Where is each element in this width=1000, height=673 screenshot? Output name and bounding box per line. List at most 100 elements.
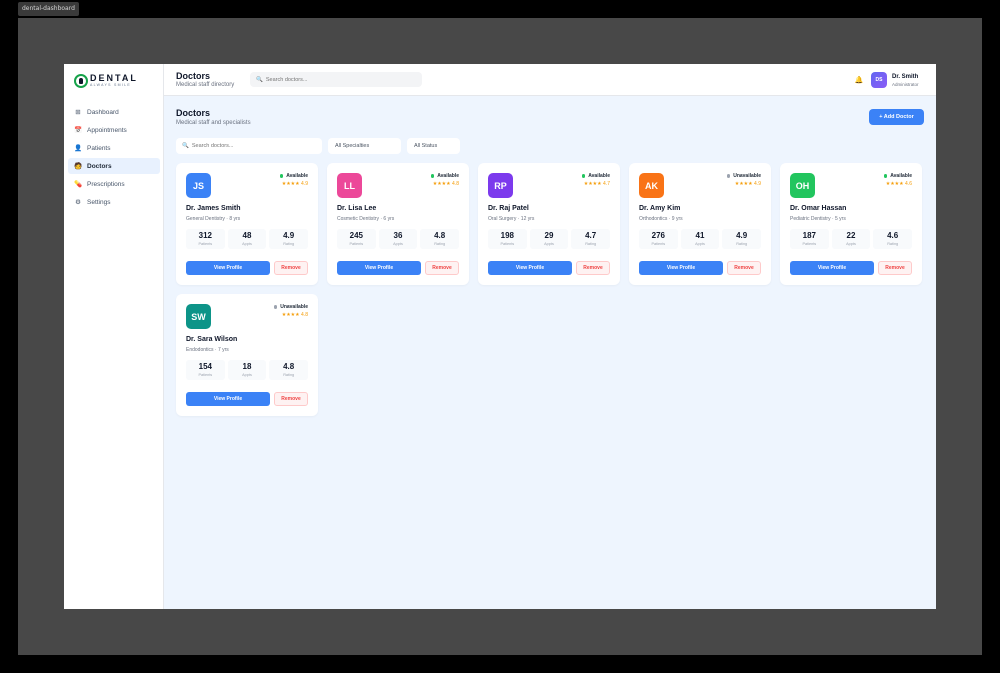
doctor-card[interactable]: SW Unavailable ★★★★ 4.8 Dr. Sara Wilson Endo…	[176, 294, 318, 416]
sidebar-item-settings[interactable]: ⚙ Settings	[68, 194, 160, 210]
user-name: Dr. Smith	[892, 74, 919, 80]
doctor-specialty: Cosmetic Dentistry · 6 yrs	[337, 216, 395, 222]
doctor-avatar: OH	[790, 173, 815, 198]
header-search[interactable]: 🔍	[250, 72, 422, 87]
doctor-stats: 198 Patients 29 Appts 4.7 Rating	[488, 229, 611, 249]
search-icon: 🔍	[182, 143, 189, 149]
star-rating: ★★★★ 4.9	[281, 181, 308, 187]
doctor-card[interactable]: RP Available ★★★★ 4.7 Dr. Raj Patel Oral Sur…	[478, 163, 620, 285]
page-title: Doctors	[176, 108, 211, 118]
view-profile-button[interactable]: View Profile	[186, 392, 270, 406]
header-search-input[interactable]	[265, 76, 416, 83]
remove-doctor-button[interactable]: Remove	[274, 392, 308, 406]
remove-doctor-button[interactable]: Remove	[274, 261, 308, 275]
doctor-name: Dr. Sara Wilson	[186, 336, 238, 343]
doctor-specialty: Pediatric Dentistry · 5 yrs	[790, 216, 846, 222]
view-profile-button[interactable]: View Profile	[639, 261, 723, 275]
doctor-stats: 245 Patients 36 Appts 4.8 Rating	[337, 229, 460, 249]
doctor-card[interactable]: JS Available ★★★★ 4.9 Dr. James Smith Genera…	[176, 163, 318, 285]
sidebar-item-appointments[interactable]: 📅 Appointments	[68, 122, 160, 138]
user-icon: 👤	[73, 145, 83, 152]
stat-appts: 22 Appts	[831, 229, 871, 249]
doctor-card[interactable]: LL Available ★★★★ 4.8 Dr. Lisa Lee Cosmetic …	[327, 163, 469, 285]
status-dot-icon	[581, 174, 586, 178]
doctor-stats: 312 Patients 48 Appts 4.9 Rating	[186, 229, 309, 249]
page-subtitle: Medical staff and specialists	[176, 120, 251, 126]
doctor-specialty: Oral Surgery · 12 yrs	[488, 216, 535, 222]
star-rating: ★★★★ 4.8	[281, 312, 308, 318]
doctor-search[interactable]: 🔍	[176, 138, 322, 154]
doctor-stats: 154 Patients 18 Appts 4.8 Rating	[186, 360, 309, 380]
status-dot-icon	[726, 174, 731, 178]
stat-rating: 4.9 Rating	[269, 229, 309, 249]
remove-doctor-button[interactable]: Remove	[425, 261, 459, 275]
view-profile-button[interactable]: View Profile	[790, 261, 874, 275]
user-avatar[interactable]: DS	[871, 72, 887, 88]
doctor-card[interactable]: OH Available ★★★★ 4.6 Dr. Omar Hassan Pediat…	[780, 163, 922, 285]
pill-icon: 💊	[73, 181, 83, 188]
doctor-stats: 276 Patients 41 Appts 4.9 Rating	[639, 229, 762, 249]
status-badge: Available	[883, 173, 912, 179]
doctor-specialty: Orthodontics · 9 yrs	[639, 216, 683, 222]
doctor-stats: 187 Patients 22 Appts 4.6 Rating	[790, 229, 913, 249]
doctor-avatar: LL	[337, 173, 362, 198]
status-dot-icon	[883, 174, 888, 178]
stat-patients: 187 Patients	[790, 229, 829, 249]
status-filter[interactable]: All Status	[407, 138, 460, 154]
status-badge: Available	[279, 173, 308, 179]
view-profile-button[interactable]: View Profile	[337, 261, 421, 275]
header-title: Doctors	[176, 71, 211, 81]
view-profile-button[interactable]: View Profile	[186, 261, 270, 275]
sidebar-item-dashboard[interactable]: ⊞ Dashboard	[68, 104, 160, 120]
status-badge: Unavailable	[726, 173, 761, 179]
doctor-avatar: JS	[186, 173, 211, 198]
star-rating: ★★★★ 4.7	[583, 181, 610, 187]
stat-patients: 276 Patients	[639, 229, 678, 249]
status-dot-icon	[273, 305, 278, 309]
window-tag: dental-dashboard	[18, 2, 79, 16]
remove-doctor-button[interactable]: Remove	[727, 261, 761, 275]
doctor-name: Dr. Omar Hassan	[790, 205, 847, 212]
status-badge: Available	[581, 173, 610, 179]
stat-patients: 312 Patients	[186, 229, 225, 249]
sidebar-item-label: Prescriptions	[87, 180, 125, 188]
remove-doctor-button[interactable]: Remove	[576, 261, 610, 275]
doctor-name: Dr. Amy Kim	[639, 205, 681, 212]
doctor-avatar: RP	[488, 173, 513, 198]
sidebar-item-label: Dashboard	[87, 108, 119, 116]
doctor-card[interactable]: AK Unavailable ★★★★ 4.9 Dr. Amy Kim Orthodon…	[629, 163, 771, 285]
sidebar: DENTAL ALWAYS SMILE ⊞ Dashboard 📅 Appointme…	[64, 64, 164, 609]
user-role: Administrator	[892, 82, 919, 87]
specialty-filter[interactable]: All Specialties	[328, 138, 401, 154]
stat-appts: 36 Appts	[378, 229, 418, 249]
sidebar-item-prescriptions[interactable]: 💊 Prescriptions	[68, 176, 160, 192]
star-rating: ★★★★ 4.6	[885, 181, 912, 187]
stat-appts: 18 Appts	[227, 360, 267, 380]
header-subtitle: Medical staff directory	[176, 82, 235, 88]
stat-appts: 48 Appts	[227, 229, 267, 249]
doctor-name: Dr. Lisa Lee	[337, 205, 377, 212]
calendar-icon: 📅	[73, 127, 83, 134]
stat-appts: 41 Appts	[680, 229, 720, 249]
sidebar-item-patients[interactable]: 👤 Patients	[68, 140, 160, 156]
stat-patients: 245 Patients	[337, 229, 376, 249]
stat-rating: 4.6 Rating	[873, 229, 913, 249]
sidebar-item-doctors[interactable]: 🧑 Doctors	[68, 158, 160, 174]
doctor-search-input[interactable]	[191, 143, 322, 149]
view-profile-button[interactable]: View Profile	[488, 261, 572, 275]
doctor-specialty: Endodontics · 7 yrs	[186, 347, 229, 353]
doctor-avatar: AK	[639, 173, 664, 198]
sidebar-item-label: Appointments	[87, 126, 127, 134]
sidebar-item-label: Doctors	[87, 162, 112, 170]
status-dot-icon	[279, 174, 284, 178]
brand-logo[interactable]: DENTAL ALWAYS SMILE	[74, 72, 154, 90]
gear-icon: ⚙	[75, 199, 81, 206]
top-bar: Doctors Medical staff directory 🔍 🔔 DS D…	[164, 64, 936, 96]
doctor-name: Dr. Raj Patel	[488, 205, 529, 212]
add-doctor-button[interactable]: + Add Doctor	[869, 109, 924, 125]
app-window: DENTAL ALWAYS SMILE ⊞ Dashboard 📅 Appointme…	[64, 64, 936, 609]
remove-doctor-button[interactable]: Remove	[878, 261, 912, 275]
notification-bell-icon[interactable]: 🔔	[852, 73, 866, 87]
brand-tagline: ALWAYS SMILE	[90, 83, 132, 88]
main-content: Doctors Medical staff and specialists + …	[164, 96, 936, 609]
